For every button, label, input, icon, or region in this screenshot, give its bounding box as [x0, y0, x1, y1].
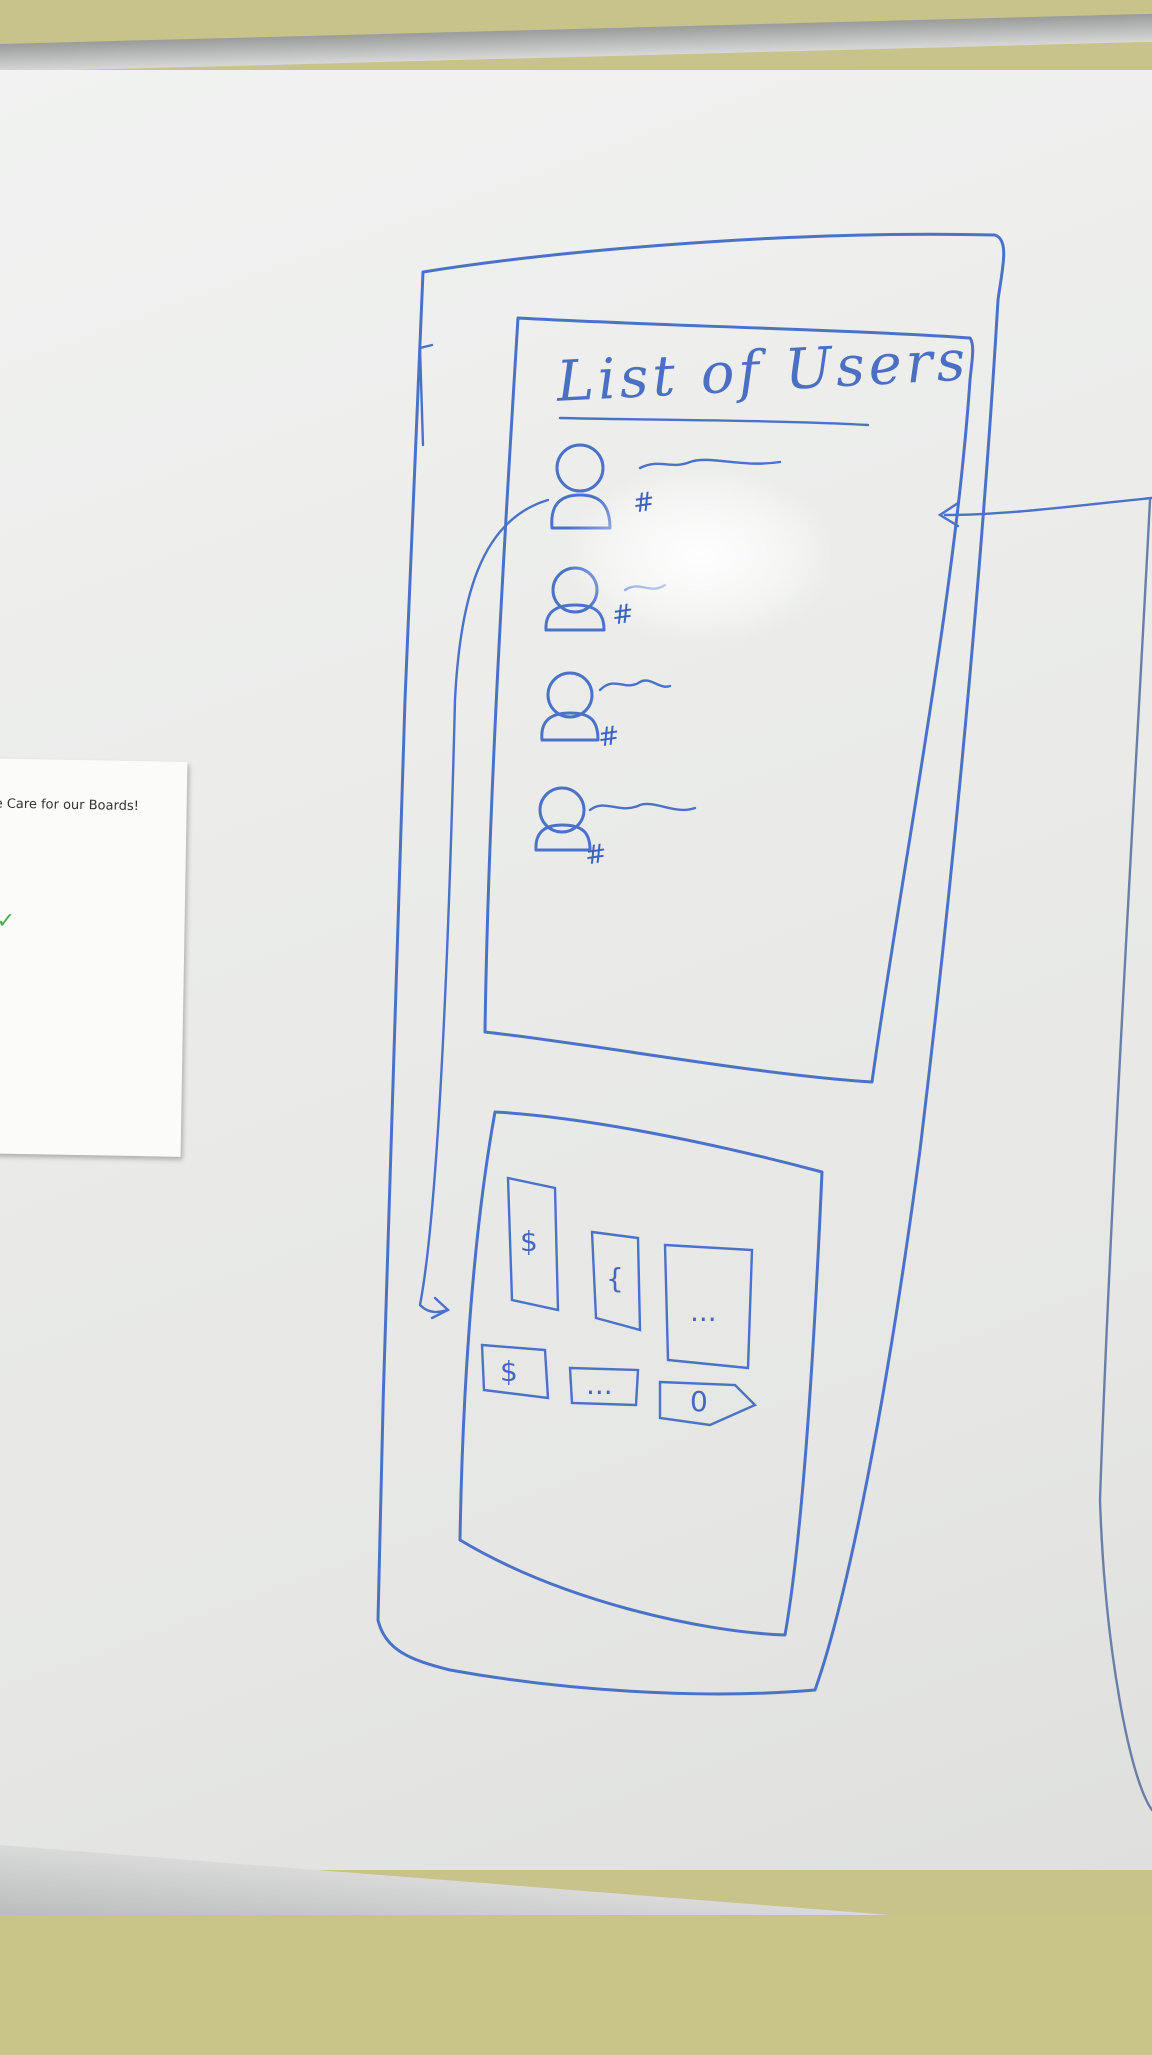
user-avatar	[540, 671, 600, 742]
user-badge: #	[631, 486, 657, 520]
user-name-squiggle	[598, 679, 672, 692]
tile-label: $	[520, 1225, 538, 1258]
tile-label: {	[606, 1262, 624, 1295]
user-badge: #	[583, 838, 609, 872]
adjacent-sketch-edge	[1098, 498, 1152, 1812]
user-avatar	[534, 786, 592, 852]
user-list-panel	[483, 316, 975, 1084]
tile-label: ...	[690, 1295, 717, 1328]
user-badge: #	[610, 598, 636, 632]
tile-label: ...	[586, 1368, 613, 1401]
tile-label: 0	[690, 1385, 708, 1418]
phone-outline	[376, 232, 1006, 1696]
user-name-squiggle	[623, 583, 667, 592]
user-name-squiggle	[588, 802, 697, 812]
tile-label: $	[500, 1355, 518, 1388]
heading-underline	[558, 416, 870, 427]
arrow-right	[937, 496, 1152, 528]
user-avatar	[544, 566, 606, 632]
scroll-bracket	[418, 343, 434, 447]
user-badge: #	[596, 720, 622, 754]
connector-arrow	[418, 498, 550, 1320]
wireframe-sketch	[376, 232, 1152, 1812]
user-name-squiggle	[638, 458, 782, 470]
user-avatar	[550, 443, 612, 530]
